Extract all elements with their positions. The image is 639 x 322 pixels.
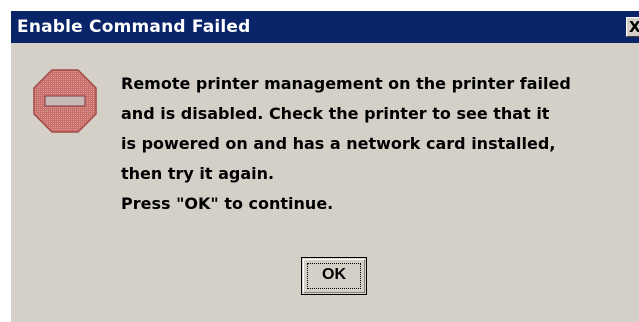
dialog-title: Enable Command Failed [17,17,251,37]
message-line: Remote printer management on the printer… [121,74,571,93]
error-dialog: Enable Command Failed X Remote printer m… [10,10,639,322]
ok-button-label: OK [322,266,346,283]
ok-button[interactable]: OK [301,257,367,295]
close-icon[interactable]: X [626,17,639,37]
close-glyph: X [629,18,639,36]
message-text: Remote printer management on the printer… [121,75,639,225]
message-line: is powered on and has a network card ins… [121,134,556,153]
stop-icon [33,69,97,133]
message-line: and is disabled. Check the printer to se… [121,104,550,123]
message-line: then try it again. [121,164,275,183]
title-bar[interactable]: Enable Command Failed X [11,11,639,43]
message-line: Press "OK" to continue. [121,194,334,213]
